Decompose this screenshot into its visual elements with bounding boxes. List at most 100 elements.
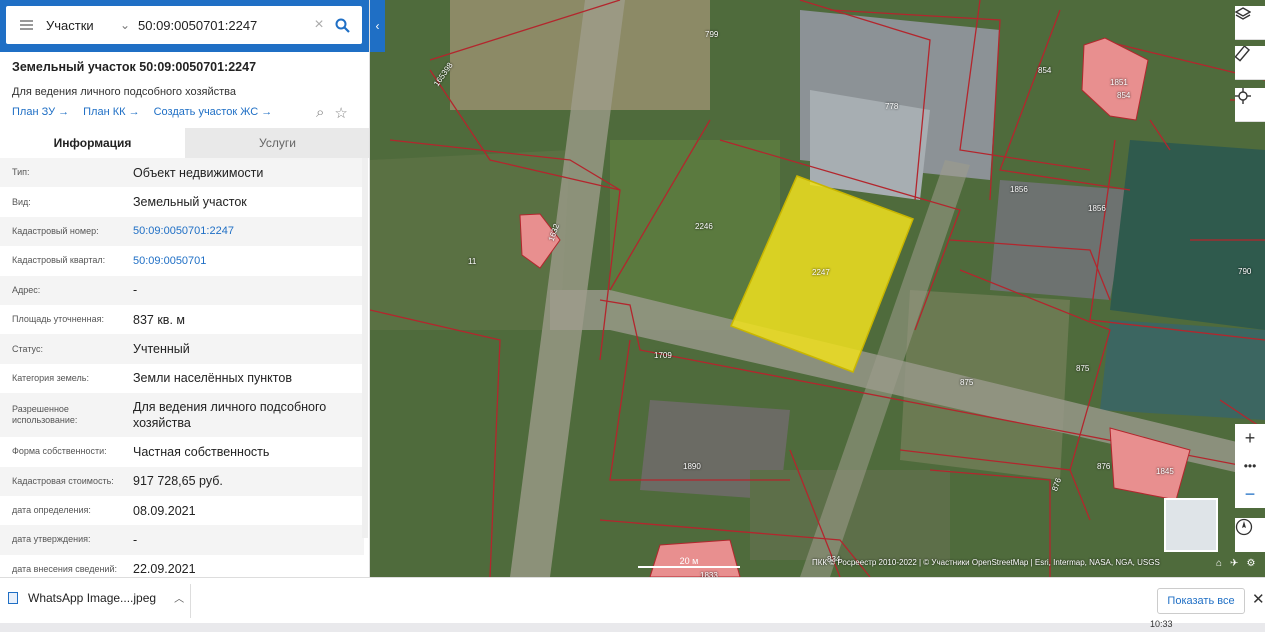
search-button[interactable] [330,13,354,37]
search-type-label: Участки [46,17,94,33]
map-footer-icons: ⌂ ✈ ⚙ [1216,558,1255,569]
share-icon[interactable]: ✈ [1230,558,1238,569]
parcel-label: 875 [1076,364,1090,373]
parcel-label: 1709 [654,351,672,360]
search-document-icon[interactable]: ⌕ [316,104,324,122]
zoom-in-button[interactable]: + [1235,424,1265,452]
search-box: Участки ⌄ × [6,6,362,44]
row-value: Земельный участок [133,195,247,210]
layers-icon [1235,7,1251,20]
row-label: дата внесения сведений: [12,563,117,574]
parcel-label: 1856 [1010,185,1028,194]
row-value: Земли населённых пунктов [133,371,292,386]
row-label: Кадастровая стоимость: [12,475,114,486]
info-row-cadastral-quarter: Кадастровый квартал: 50:09:0050701 [0,246,364,275]
info-row-address: Адрес: - [0,275,364,305]
row-label: Форма собственности: [12,446,107,457]
info-row-determination-date: дата определения: 08.09.2021 [0,496,364,525]
cadastral-quarter-link[interactable]: 50:09:0050701 [133,249,364,273]
settings-icon[interactable]: ⚙ [1246,558,1255,569]
star-icon[interactable]: ☆ [334,104,347,122]
info-row-land-category: Категория земель: Земли населённых пункто… [0,364,364,393]
parcel-label: 1845 [1156,467,1174,476]
row-label: Разрешенное использование: [12,404,78,426]
taskbar-clock: 10:33 [1150,619,1173,629]
layers-button[interactable] [1235,6,1265,40]
parcel-label: 799 [705,30,719,39]
parcel-title: Земельный участок 50:09:0050701:2247 [12,60,257,74]
parcel-subtitle: Для ведения личного подсобного хозяйства [12,86,236,98]
parcel-links: План ЗУ → План КК → Создать участок ЖС → [12,106,272,118]
row-label: Площадь уточненная: [12,314,104,325]
row-value: - [133,283,138,298]
measure-button[interactable] [1235,46,1265,80]
download-bar: WhatsApp Image....jpeg ︿ Показать все ✕ [0,577,1265,623]
download-file-name: WhatsApp Image....jpeg [28,590,157,605]
show-all-button[interactable]: Показать все [1157,588,1245,614]
info-row-type: Тип: Объект недвижимости [0,158,364,188]
taskbar: 10:33 [0,619,1265,632]
info-table: Тип: Объект недвижимости Вид: Земельный уч… [0,158,364,577]
cadastral-number-link[interactable]: 50:09:0050701:2247 [133,219,364,243]
row-value: - [133,532,138,547]
info-panel: Участки ⌄ × Земельный участок 50:09:0050… [0,0,370,577]
row-value: 837 кв. м [133,312,185,327]
scale-bar: 20 м [638,556,740,568]
row-label: Категория земель: [12,372,89,383]
collapse-panel-button[interactable]: ‹ [370,0,385,52]
chevron-left-icon: ‹ [375,19,380,33]
ruler-icon [1235,46,1251,62]
info-row-entry-date: дата внесения сведений: 22.09.2021 [0,555,364,577]
chevron-down-icon: ⌄ [119,18,130,32]
row-value: 22.09.2021 [133,562,196,577]
search-type-dropdown[interactable]: Участки ⌄ [46,18,134,33]
row-value: Для ведения личного подсобного хозяйства [133,400,327,431]
search-input[interactable] [138,17,308,33]
search-icon [335,18,350,33]
panel-tabs: Информация Услуги [0,128,369,158]
parcel-label-selected: 2247 [812,268,830,277]
compass-button[interactable] [1235,518,1265,552]
more-options-button[interactable]: ••• [1235,452,1265,480]
panel-scrollbar[interactable] [362,158,368,538]
compass-icon [1235,518,1253,536]
file-icon [8,591,18,604]
row-value: Объект недвижимости [133,165,264,180]
plan-zu-link[interactable]: План ЗУ → [12,106,69,118]
divider [190,584,191,618]
row-value: 08.09.2021 [133,503,196,518]
row-label: Вид: [12,196,31,207]
satellite-map[interactable]: 799 778 854 1851 854 1856 1856 2246 2247… [370,0,1265,577]
locate-button[interactable] [1235,88,1265,122]
info-row-approval-date: дата утверждения: - [0,525,364,555]
row-label: Адрес: [12,284,41,295]
parcel-label: 11 [468,257,477,266]
minimap[interactable] [1164,498,1218,552]
parcel-label: 2246 [695,222,713,231]
zoom-out-button[interactable]: − [1235,480,1265,508]
chevron-up-icon[interactable]: ︿ [174,590,184,605]
parcel-label: 1856 [1088,204,1106,213]
clear-icon[interactable]: × [308,16,330,34]
info-row-permitted-use: Разрешенное использование: Для ведения ли… [0,393,364,438]
home-icon[interactable]: ⌂ [1216,558,1222,569]
info-row-cadastral-number: Кадастровый номер: 50:09:0050701:2247 [0,216,364,247]
parcel-label: 875 [960,378,974,387]
row-value: Учтенный [133,342,190,357]
tab-services[interactable]: Услуги [185,128,369,158]
search-bar: Участки ⌄ × [0,0,369,52]
parcel-label: 1890 [683,462,701,471]
tab-info[interactable]: Информация [0,128,185,158]
row-label: Статус: [12,343,43,354]
plan-kk-link[interactable]: План КК → [83,106,139,118]
row-label: Тип: [12,167,30,178]
info-row-area: Площадь уточненная: 837 кв. м [0,305,364,334]
cadastral-map-app: 799 778 854 1851 854 1856 1856 2246 2247… [0,0,1265,577]
map-canvas[interactable] [370,0,1265,577]
create-parcel-link[interactable]: Создать участок ЖС → [154,106,273,118]
hamburger-menu-icon[interactable] [6,6,46,44]
close-icon[interactable]: ✕ [1252,590,1265,608]
map-attribution: ПКК © Росреестр 2010-2022 | © Участники … [812,558,1160,567]
info-row-kind: Вид: Земельный участок [0,187,364,216]
download-item[interactable]: WhatsApp Image....jpeg ︿ [8,590,184,605]
